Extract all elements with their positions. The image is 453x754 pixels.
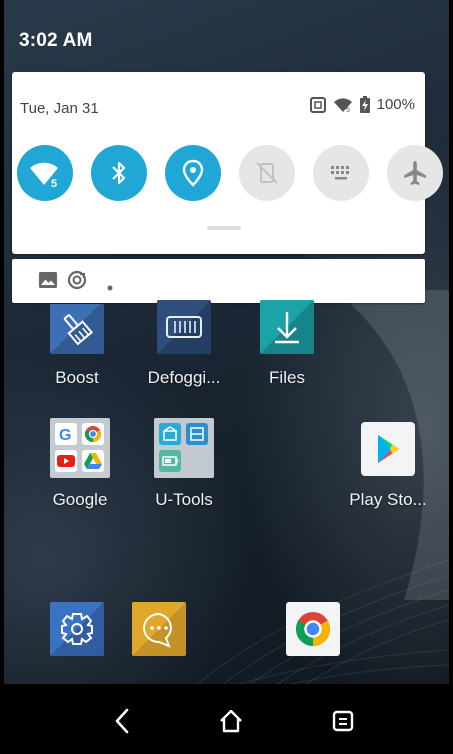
wifi-icon: 5 xyxy=(30,162,58,188)
sync-icon xyxy=(67,270,87,295)
drive-mini-icon xyxy=(82,450,104,472)
tile-location[interactable] xyxy=(165,145,221,201)
wifi-status-icon: 5 xyxy=(333,97,353,113)
defogger-icon xyxy=(157,300,211,354)
airplane-icon xyxy=(404,161,426,185)
keyboard-icon xyxy=(331,166,349,180)
bluetooth-icon xyxy=(112,161,126,185)
rotate-off-icon xyxy=(256,162,278,184)
app-label-google: Google xyxy=(52,490,108,509)
google-g-icon: G xyxy=(55,423,77,445)
tile-bluetooth[interactable] xyxy=(91,145,147,201)
app-label-defogger: Defoggi... xyxy=(147,368,221,387)
svg-text:5: 5 xyxy=(346,107,350,113)
nfc-icon xyxy=(309,96,326,113)
svg-text:G: G xyxy=(59,427,71,444)
status-time: 3:02 AM xyxy=(19,30,93,51)
folder-u-tools[interactable]: U-Tools xyxy=(139,418,229,510)
app-files[interactable]: Files xyxy=(242,300,332,388)
tile-auto-rotate[interactable] xyxy=(239,145,295,201)
quick-settings-panel: Tue, Jan 31 5 100% 5 xyxy=(12,72,443,254)
chrome-mini-icon xyxy=(82,423,104,445)
u-tools-mini-icon-3 xyxy=(159,450,181,472)
files-icon xyxy=(260,300,314,354)
chrome-icon xyxy=(286,602,340,656)
quick-settings-tiles: 5 xyxy=(17,145,443,201)
play-store-icon xyxy=(361,422,415,476)
tile-keyboard[interactable] xyxy=(313,145,369,201)
battery-charging-icon xyxy=(359,96,370,113)
phone-screen: 3:02 AM Tue, Jan 31 5 100% 5 Boost Defog… xyxy=(4,0,449,754)
recents-button[interactable] xyxy=(328,706,358,736)
app-label-play-store: Play Sto... xyxy=(349,490,427,509)
wifi-badge: 5 xyxy=(51,178,57,188)
battery-percent: 100% xyxy=(376,96,415,113)
app-boost[interactable]: Boost xyxy=(32,300,122,388)
panel-drag-handle[interactable] xyxy=(207,226,241,230)
qs-status-icons: 5 100% xyxy=(309,96,415,113)
google-folder-icon: G xyxy=(50,418,110,478)
u-tools-folder-icon xyxy=(154,418,214,478)
tile-wifi[interactable]: 5 xyxy=(17,145,73,201)
home-icon xyxy=(220,709,242,733)
gallery-icon xyxy=(39,272,57,293)
app-play-store[interactable]: Play Sto... xyxy=(343,422,433,510)
u-tools-mini-icon-2 xyxy=(186,423,208,445)
back-icon xyxy=(115,708,129,734)
tile-airplane-mode[interactable] xyxy=(387,145,443,201)
dock-messages[interactable] xyxy=(114,602,204,656)
app-label-boost: Boost xyxy=(55,368,99,387)
boost-icon xyxy=(50,304,104,354)
youtube-mini-icon xyxy=(55,450,77,472)
app-defogger[interactable]: Defoggi... xyxy=(139,300,229,388)
recents-icon xyxy=(332,710,354,732)
back-button[interactable] xyxy=(107,706,137,736)
u-tools-mini-icon-1 xyxy=(159,423,181,445)
dock-settings[interactable] xyxy=(32,602,122,656)
folder-google[interactable]: G Google xyxy=(35,418,125,510)
more-notifications-dot xyxy=(107,278,113,296)
app-label-files: Files xyxy=(269,368,305,387)
settings-icon xyxy=(50,602,104,656)
navigation-bar xyxy=(4,684,449,754)
home-button[interactable] xyxy=(216,706,246,736)
location-icon xyxy=(182,159,204,187)
qs-date[interactable]: Tue, Jan 31 xyxy=(20,100,99,117)
messages-icon xyxy=(132,602,186,656)
notification-summary-bar[interactable] xyxy=(12,259,425,303)
app-label-u-tools: U-Tools xyxy=(155,490,213,509)
dock-chrome[interactable] xyxy=(268,602,358,656)
